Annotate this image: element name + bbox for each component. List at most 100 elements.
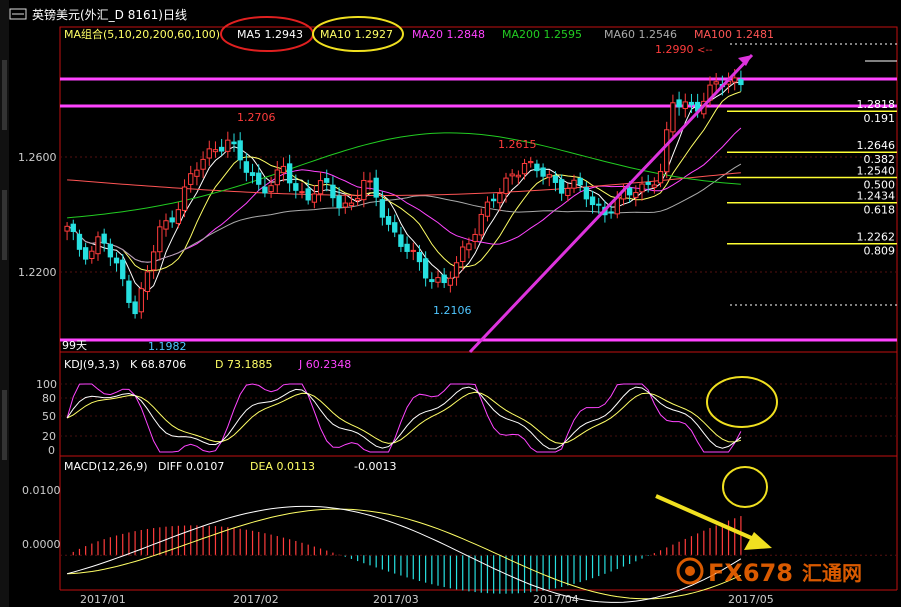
candle-body (515, 174, 522, 178)
candle-body (268, 185, 274, 193)
candle-body (138, 288, 144, 313)
kdj-label: KDJ(9,3,3) (64, 358, 120, 371)
candle-body (305, 188, 311, 201)
fib-ratio-label: 0.191 (864, 112, 896, 125)
candle-body (466, 243, 472, 251)
candle-body (132, 301, 138, 315)
candle-body (429, 279, 435, 283)
watermark-cn: 汇通网 (802, 561, 862, 585)
candle-body (280, 165, 287, 174)
price-chart[interactable]: 英镑美元(外汇_D 8161)日线 1.2600 1.2200 0.0100 0… (0, 0, 901, 607)
candle-body (608, 211, 614, 214)
candle-body (342, 202, 348, 208)
candle-body (262, 186, 268, 194)
fib-ratio-label: 0.618 (864, 204, 896, 217)
candle-body (738, 79, 744, 86)
candle-body (317, 180, 324, 195)
candle-body (682, 101, 688, 110)
candle-body (534, 163, 540, 172)
candle-body (218, 146, 225, 152)
candle-body (688, 101, 695, 106)
candle-body (509, 173, 515, 177)
candle-body (120, 259, 126, 280)
kdj-j-value: J 60.2348 (298, 358, 351, 371)
fib-price-label: 1.2262 (857, 231, 896, 244)
candle-body (552, 175, 559, 183)
candle-body (70, 223, 76, 233)
candle-body (175, 209, 182, 224)
candle-body (633, 192, 639, 198)
candle-body (571, 179, 577, 189)
candle-body (237, 140, 243, 161)
candle-body (472, 233, 478, 242)
candle-body (657, 171, 664, 184)
candle-body (188, 173, 194, 185)
candle-body (521, 162, 528, 175)
candle-body (373, 177, 379, 198)
ma20-legend: MA20 1.2848 (412, 28, 485, 41)
macd-dea-value: DEA 0.0113 (250, 460, 315, 473)
candle-body (95, 236, 101, 255)
candle-body (324, 178, 330, 183)
candle-body (225, 139, 231, 152)
candle-body (447, 277, 454, 286)
candle-body (274, 169, 280, 186)
feb-high-label: 1.2706 (237, 111, 276, 124)
title-bar: 英镑美元(外汇_D 8161)日线 (9, 7, 187, 22)
candle-body (676, 99, 682, 108)
mar-low-label: 1.2106 (433, 304, 472, 317)
candle-body (144, 271, 151, 293)
x-tick-label: 2017/03 (373, 593, 419, 606)
macd-diff-value: DIFF 0.0107 (158, 460, 224, 473)
ma200-legend: MA200 1.2595 (502, 28, 582, 41)
candle-body (645, 181, 651, 185)
candle-body (157, 226, 163, 253)
candle-body (416, 252, 423, 263)
left-sidebar[interactable] (0, 0, 9, 607)
candle-body (385, 216, 392, 225)
candle-body (107, 243, 114, 258)
watermark-brand: FX678 (708, 559, 793, 587)
candle-body (639, 183, 645, 193)
candle-body (460, 246, 466, 263)
candle-body (497, 192, 503, 204)
candle-body (249, 172, 256, 176)
candle-body (528, 161, 534, 164)
candle-body (200, 158, 206, 170)
candle-body (651, 184, 658, 188)
candle-body (410, 249, 416, 252)
candle-body (596, 203, 602, 206)
x-tick-label: 2017/04 (533, 593, 579, 606)
fib-price-label: 1.2646 (857, 139, 896, 152)
candle-body (435, 277, 441, 283)
candle-body (577, 177, 583, 186)
kdj-k-value: K 68.8706 (130, 358, 186, 371)
candle-body (664, 129, 670, 173)
candle-body (361, 179, 367, 201)
ma10-legend: MA10 1.2927 (320, 28, 393, 41)
macd-hist-value: -0.0013 (354, 460, 396, 473)
candle-body (558, 179, 565, 194)
x-tick-label: 2017/02 (233, 593, 279, 606)
candle-body (206, 148, 212, 159)
candle-body (422, 258, 429, 279)
candle-body (286, 163, 293, 184)
candle-body (713, 81, 719, 85)
candle-body (484, 201, 491, 217)
chart-title: 英镑美元(外汇_D 8161)日线 (32, 7, 187, 22)
candle-body (150, 251, 157, 271)
x-tick-label: 2017/05 (728, 593, 774, 606)
candle-body (311, 193, 318, 203)
candle-body (546, 174, 552, 178)
price-tick-label: 1.2200 (18, 266, 57, 279)
candle-body (126, 280, 132, 303)
fib-price-label: 1.2818 (857, 98, 896, 111)
candle-body (113, 257, 120, 264)
candle-body (181, 186, 188, 211)
jan-low-label: 1.1982 (148, 340, 187, 353)
candle-body (82, 247, 89, 260)
kdj-tick-label: 50 (42, 410, 56, 423)
candle-body (194, 169, 200, 177)
candle-body (243, 161, 250, 173)
candle-body (392, 222, 398, 233)
